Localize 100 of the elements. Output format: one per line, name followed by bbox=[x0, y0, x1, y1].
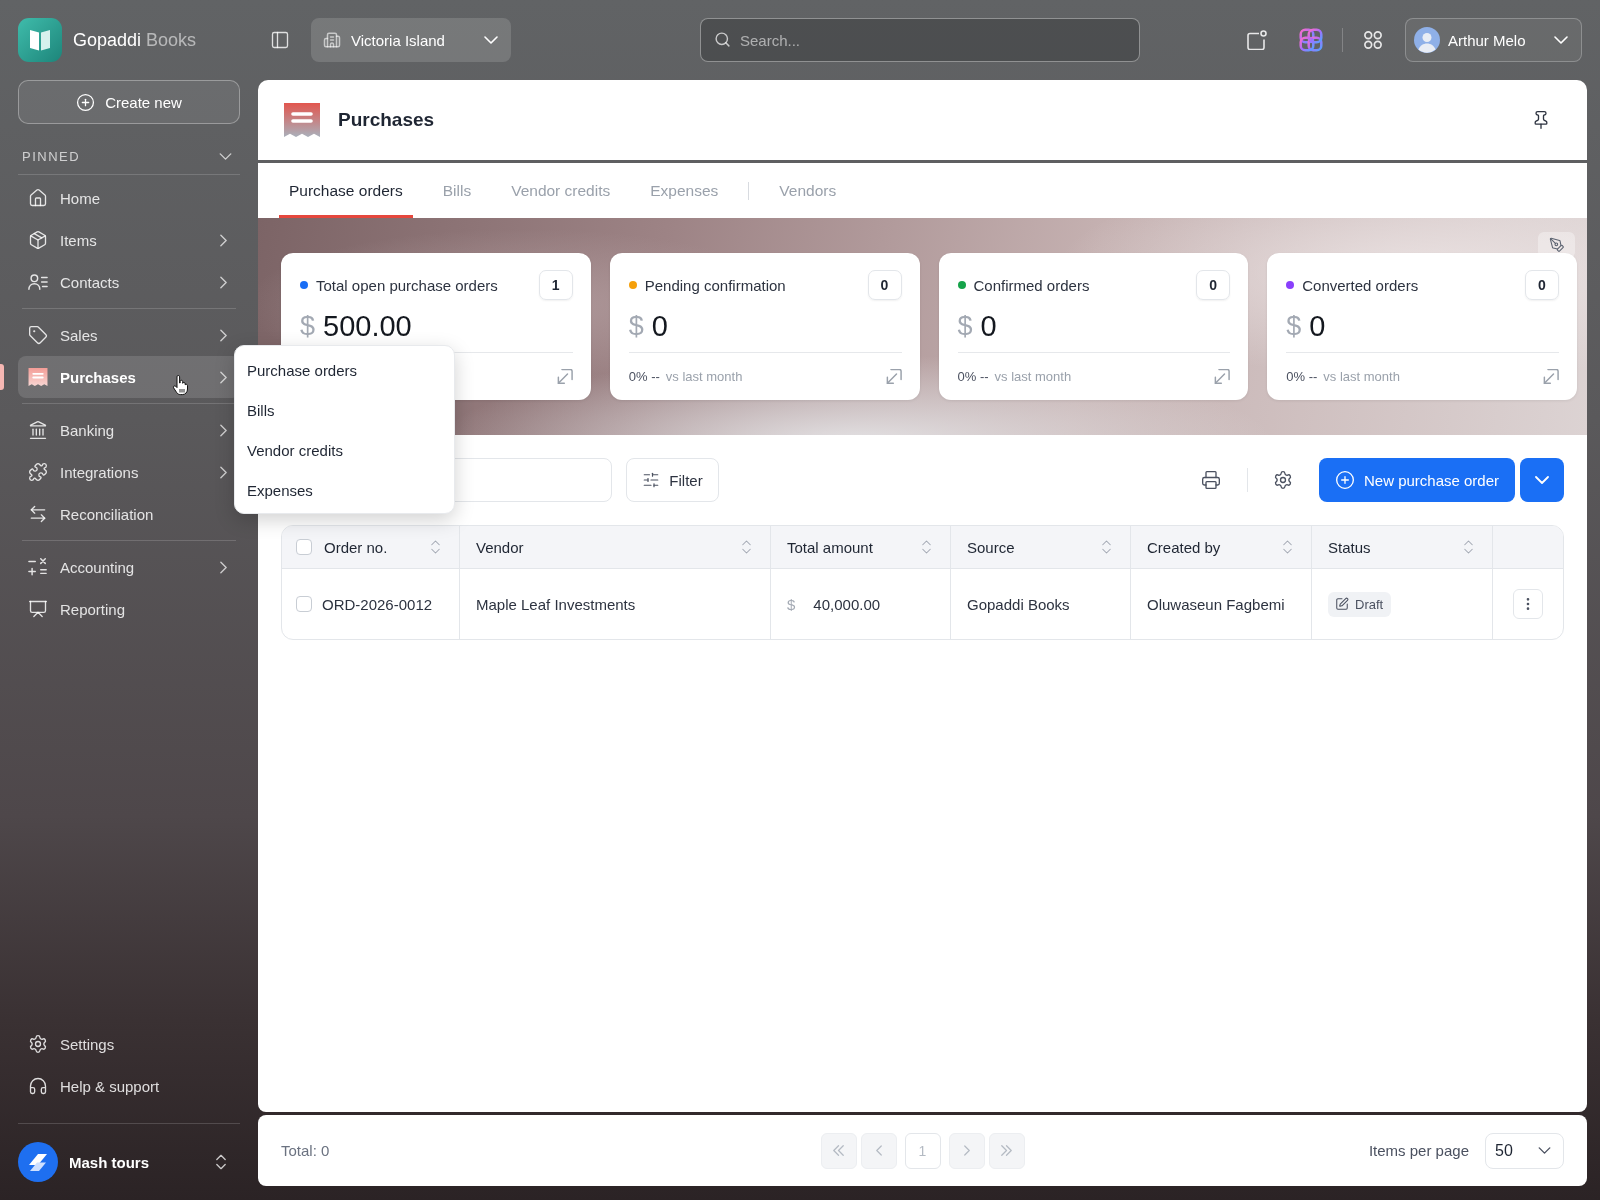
printer-icon[interactable] bbox=[1201, 470, 1221, 490]
pen-square-icon bbox=[1335, 597, 1349, 611]
nav-item[interactable]: Help & support bbox=[18, 1065, 240, 1107]
receipt-icon bbox=[28, 367, 48, 387]
comparison-text: vs last month bbox=[665, 369, 743, 384]
sort-icon[interactable] bbox=[431, 540, 440, 554]
sliders-icon bbox=[642, 471, 661, 489]
presentation-board-icon bbox=[28, 599, 48, 619]
comparison-text: vs last month bbox=[994, 369, 1072, 384]
double-chevron-left-icon bbox=[833, 1145, 844, 1156]
avatar bbox=[1414, 27, 1440, 53]
apps-grid-icon[interactable] bbox=[1363, 30, 1383, 50]
sort-icon[interactable] bbox=[1283, 540, 1292, 554]
puzzle-icon bbox=[28, 462, 48, 482]
nav-item[interactable]: Reporting bbox=[18, 588, 240, 630]
sidebar-toggle-icon[interactable] bbox=[270, 30, 290, 50]
chevron-left-icon bbox=[875, 1145, 882, 1156]
change-value: 0% -- bbox=[1286, 369, 1318, 384]
stat-label: Confirmed orders bbox=[973, 276, 1090, 294]
headset-icon bbox=[28, 1076, 48, 1096]
knot-logo-icon[interactable] bbox=[1299, 28, 1323, 52]
table-cell: Oluwaseun Fagbemi bbox=[1131, 569, 1312, 639]
column-header: Order no. bbox=[324, 538, 388, 556]
nav-item[interactable]: Contacts bbox=[18, 261, 240, 303]
status-label: Draft bbox=[1355, 596, 1384, 612]
chevron-down-icon bbox=[1535, 476, 1549, 484]
new-purchase-order-button[interactable]: New purchase order bbox=[1319, 458, 1515, 502]
double-chevron-right-icon bbox=[1001, 1145, 1012, 1156]
search-field[interactable]: Search... bbox=[700, 18, 1140, 62]
note-icon[interactable] bbox=[1247, 30, 1267, 50]
section-toggle[interactable]: PINNED bbox=[18, 146, 240, 166]
hand-cursor-icon bbox=[172, 375, 189, 396]
table-cell: Maple Leaf Investments bbox=[460, 569, 771, 639]
count-badge: 0 bbox=[1196, 270, 1231, 300]
plus-circle-icon bbox=[1334, 470, 1355, 490]
plus-circle-icon bbox=[76, 92, 96, 112]
chevron-down-icon bbox=[1538, 1147, 1551, 1154]
chevron-down-icon bbox=[484, 36, 498, 44]
comparison-text: vs last month bbox=[1323, 369, 1400, 384]
contacts-icon bbox=[28, 272, 48, 292]
app-name: Gopaddi Books bbox=[73, 29, 197, 51]
search-icon bbox=[714, 31, 731, 48]
building-icon bbox=[323, 31, 341, 49]
currency-symbol: $ bbox=[300, 310, 316, 342]
stat-amount: 0 bbox=[651, 309, 668, 343]
table-cell: $ 40,000.00 bbox=[771, 569, 951, 639]
app-logo-icon bbox=[18, 18, 62, 62]
filter-button[interactable]: Filter bbox=[626, 458, 719, 502]
stat-label: Converted orders bbox=[1302, 276, 1419, 294]
per-page-select[interactable]: 50 bbox=[1485, 1132, 1564, 1169]
tab[interactable]: Purchase orders bbox=[279, 163, 413, 218]
dropdown-button[interactable] bbox=[1520, 458, 1564, 502]
stat-amount: 0 bbox=[980, 309, 997, 343]
settings-icon bbox=[28, 1034, 48, 1054]
receipt-icon bbox=[283, 101, 321, 139]
currency-symbol: $ bbox=[628, 310, 644, 342]
active-indicator bbox=[0, 364, 4, 390]
count-badge: 1 bbox=[538, 270, 573, 300]
box-icon bbox=[28, 230, 48, 250]
checkbox[interactable] bbox=[296, 539, 312, 555]
per-page-label: Items per page bbox=[1368, 1142, 1469, 1159]
chevron-right-icon bbox=[963, 1145, 970, 1156]
column-header: Source bbox=[967, 538, 1015, 556]
stat-amount: 500.00 bbox=[323, 309, 412, 343]
sort-icon[interactable] bbox=[922, 540, 931, 554]
column-header: Status bbox=[1328, 538, 1371, 556]
nav-item[interactable]: Settings bbox=[18, 1023, 240, 1065]
create-new-button[interactable]: Create new bbox=[18, 80, 240, 124]
tag-icon bbox=[28, 325, 48, 345]
change-value: 0% -- bbox=[957, 369, 989, 384]
nav-item[interactable]: Items bbox=[18, 219, 240, 261]
stat-label: Pending confirmation bbox=[644, 276, 786, 294]
table-cell: Gopaddi Books bbox=[951, 569, 1131, 639]
stat-label: Total open purchase orders bbox=[316, 276, 498, 294]
nav-item[interactable]: Home bbox=[18, 177, 240, 219]
count-badge: 0 bbox=[867, 270, 902, 300]
change-value: 0% -- bbox=[628, 369, 660, 384]
chevron-down-icon bbox=[1554, 36, 1568, 44]
workspace-logo-icon bbox=[18, 1142, 58, 1182]
location-select[interactable]: Victoria Island bbox=[311, 18, 511, 62]
column-header: Vendor bbox=[476, 538, 524, 556]
settings-icon[interactable] bbox=[1273, 470, 1293, 490]
order-number[interactable]: ORD-2026-0012 bbox=[322, 595, 433, 613]
sort-icon[interactable] bbox=[742, 540, 751, 554]
bank-icon bbox=[28, 420, 48, 440]
workspace-switcher[interactable]: Mash tours bbox=[18, 1142, 240, 1182]
sort-icon[interactable] bbox=[1102, 540, 1111, 554]
math-symbols-icon bbox=[28, 557, 48, 577]
column-header: Created by bbox=[1147, 538, 1221, 556]
currency-symbol: $ bbox=[957, 310, 973, 342]
sort-icon[interactable] bbox=[1464, 540, 1473, 554]
checkbox[interactable] bbox=[296, 596, 312, 612]
arrows-icon bbox=[28, 504, 48, 524]
stat-amount: 0 bbox=[1309, 309, 1326, 343]
column-header: Total amount bbox=[787, 538, 873, 556]
user-menu[interactable]: Arthur Melo bbox=[1405, 18, 1582, 62]
up-down-chevron-icon bbox=[216, 1154, 226, 1170]
row-actions-button[interactable] bbox=[1513, 589, 1543, 619]
currency-symbol: $ bbox=[1286, 310, 1302, 342]
nav-item[interactable]: Accounting bbox=[18, 546, 240, 588]
